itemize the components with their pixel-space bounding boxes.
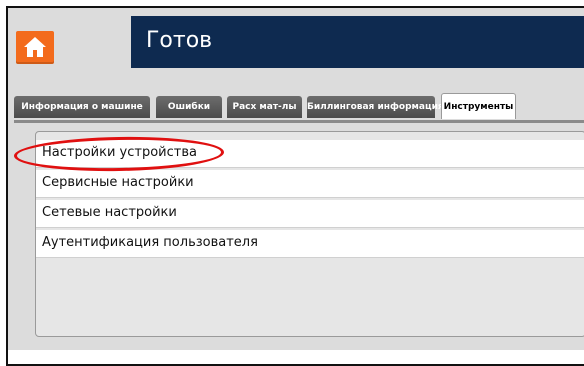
menu-item-label: Сетевые настройки bbox=[42, 205, 177, 220]
tab-billing-info[interactable]: Биллинговая информация bbox=[307, 96, 444, 118]
tab-machine-info[interactable]: Информация о машине bbox=[14, 96, 150, 118]
tab-supplies[interactable]: Расх мат-лы bbox=[227, 96, 302, 118]
menu-item-service-settings[interactable]: Сервисные настройки bbox=[36, 170, 584, 198]
tab-label: Ошибки bbox=[167, 102, 211, 112]
tab-underline bbox=[14, 120, 584, 123]
menu-item-network-settings[interactable]: Сетевые настройки bbox=[36, 200, 584, 228]
tab-bar: Информация о машине Ошибки Расх мат-лы Б… bbox=[14, 93, 584, 120]
home-icon bbox=[24, 37, 46, 57]
tab-label: Инструменты bbox=[443, 102, 514, 112]
tab-errors[interactable]: Ошибки bbox=[156, 96, 222, 118]
status-header: Готов bbox=[131, 16, 584, 68]
tab-label: Расх мат-лы bbox=[232, 102, 297, 112]
menu-item-user-authentication[interactable]: Аутентификация пользователя bbox=[36, 230, 584, 258]
tab-label: Биллинговая информация bbox=[307, 102, 444, 112]
menu-item-label: Сервисные настройки bbox=[42, 175, 194, 190]
status-title: Готов bbox=[146, 28, 213, 53]
tab-tools[interactable]: Инструменты bbox=[441, 93, 516, 119]
tab-label: Информация о машине bbox=[21, 102, 143, 112]
menu-item-label: Аутентификация пользователя bbox=[42, 235, 258, 250]
home-button[interactable] bbox=[16, 31, 54, 64]
